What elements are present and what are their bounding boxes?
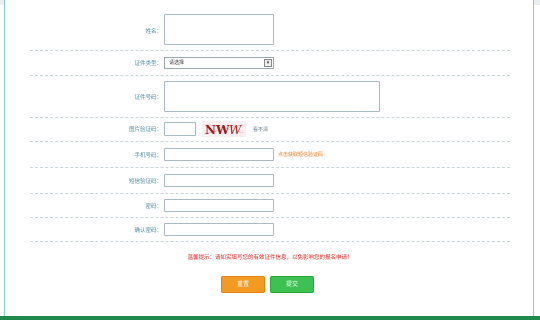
captcha-text: NW (205, 123, 230, 137)
id-type-label: 证件类型： (134, 61, 162, 67)
confirm-password-label: 确认密码： (134, 228, 162, 234)
chevron-down-icon: ▾ (264, 59, 272, 67)
confirm-password-input[interactable] (164, 223, 274, 236)
sms-code-label: 短信验证码： (128, 179, 162, 185)
get-sms-code-link[interactable]: 点击获取短信验证码 (278, 151, 323, 158)
id-number-label: 证件号码： (134, 95, 162, 101)
captcha-image[interactable]: NW W (202, 121, 246, 137)
sms-code-input[interactable] (164, 174, 274, 187)
name-label: 姓名： (145, 29, 162, 35)
id-type-select[interactable]: 请选择 ▾ (164, 57, 274, 69)
id-number-input[interactable] (164, 81, 380, 112)
image-captcha-label: 图片验证码： (128, 127, 162, 133)
image-captcha-input[interactable] (164, 122, 196, 136)
phone-input[interactable] (164, 148, 274, 161)
svg-text:W: W (229, 123, 243, 137)
password-label: 密码： (145, 204, 162, 210)
captcha-refresh-link[interactable]: 看不清 (253, 126, 268, 133)
id-type-selected-value: 请选择 (169, 60, 185, 66)
submit-button[interactable]: 提交 (270, 276, 314, 293)
name-input[interactable] (164, 14, 274, 45)
notice-text: 温馨提示：请如实填写您的有效证件信息，以免影响您的报名申请！ (187, 255, 353, 261)
password-input[interactable] (164, 199, 274, 212)
bottom-bar (0, 316, 540, 320)
reset-button[interactable]: 重置 (221, 276, 265, 293)
phone-label: 手机号码： (134, 153, 162, 159)
